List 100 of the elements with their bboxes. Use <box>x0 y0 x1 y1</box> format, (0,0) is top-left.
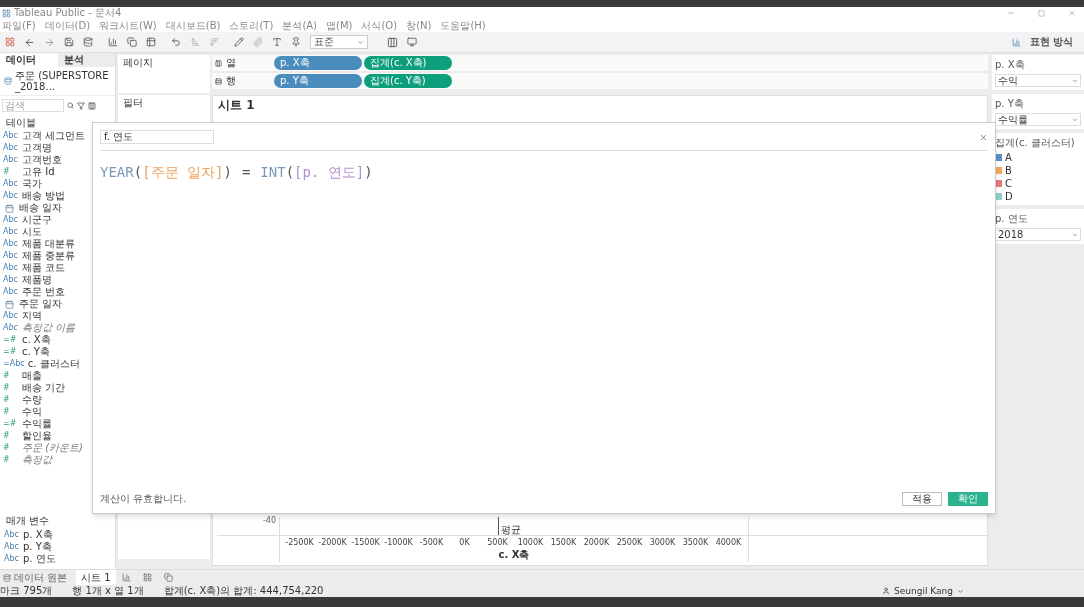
caret-icon <box>1072 77 1078 84</box>
field-type-icon: Abc <box>3 144 19 152</box>
field-type-icon: Abc <box>3 156 19 164</box>
shelf-label: 열 <box>226 58 236 68</box>
field-type-icon: # <box>3 384 19 392</box>
database-icon <box>3 573 11 582</box>
field-type-icon: Abc <box>3 264 19 272</box>
mark-type-dropdown[interactable]: 표준 <box>310 35 368 49</box>
menu-item[interactable]: 데이터(D) <box>44 20 91 31</box>
filter-icon[interactable] <box>77 101 85 110</box>
axis-tick: 500K <box>486 539 509 547</box>
field-type-icon: Abc <box>3 240 19 248</box>
label-icon[interactable] <box>272 37 282 47</box>
menu-item[interactable]: 스토리(T) <box>229 20 274 31</box>
search-field[interactable]: 검색 <box>2 99 64 112</box>
axis-tick: 1500K <box>549 539 578 547</box>
axis-tick: 1000K <box>516 539 545 547</box>
axis-tick: 3000K <box>648 539 677 547</box>
presentation-icon[interactable] <box>407 37 417 47</box>
chart-icon <box>1011 37 1021 47</box>
field-type-icon: =# <box>3 336 19 344</box>
menu-item[interactable]: 도움말(H) <box>440 20 486 31</box>
axis-tick: -1500K <box>350 539 381 547</box>
card-title: p. X축 <box>995 60 1026 70</box>
menu-item[interactable]: 파일(F) <box>2 20 36 31</box>
parameter-dropdown[interactable]: 수익률 <box>995 113 1081 126</box>
data-source-icon <box>4 77 12 85</box>
close-icon[interactable] <box>979 132 988 142</box>
data-source-tab[interactable]: 데이터 원본 <box>14 572 76 583</box>
shelf-label: 행 <box>226 76 236 86</box>
section-heading: 테이블 <box>5 118 37 128</box>
pane-tab[interactable]: 분석 <box>57 53 115 67</box>
field-item[interactable]: 주문 일자 <box>0 298 115 310</box>
axis-title: c. X축 <box>498 550 530 560</box>
caret-icon <box>357 38 364 46</box>
axis-tick: -1000K <box>383 539 414 547</box>
forward-icon[interactable] <box>44 36 55 48</box>
axis-tick: -40 <box>262 517 276 525</box>
parameter-dropdown[interactable]: 2018 <box>995 228 1081 241</box>
legend-label: B <box>1005 165 1012 176</box>
sheet-title: 시트 1 <box>217 97 256 111</box>
parameter-dropdown[interactable]: 수익 <box>995 74 1081 87</box>
menu-item[interactable]: 맵(M) <box>326 20 353 31</box>
field-type-icon: Abc <box>3 228 19 236</box>
calendar-icon <box>5 203 14 213</box>
menu-item[interactable]: 분석(A) <box>282 20 318 31</box>
section-heading: 매개 변수 <box>5 516 51 526</box>
menu-item[interactable]: 서식(O) <box>361 20 398 31</box>
parameter-item[interactable]: Abc p. Y축 <box>0 541 115 553</box>
data-source-name[interactable]: 주문 (SUPERSTORE_2018... <box>15 70 111 92</box>
new-data-source-icon[interactable] <box>83 37 93 47</box>
maximize-icon[interactable] <box>1038 9 1045 17</box>
field-type-icon: Abc <box>3 132 19 140</box>
apply-button[interactable]: 적용 <box>902 492 942 506</box>
search-icon[interactable] <box>67 102 74 109</box>
field-type-icon: =Abc <box>3 360 25 368</box>
field-type-icon: # <box>3 444 19 452</box>
columns-icon <box>215 59 222 67</box>
menu-item[interactable]: 창(N) <box>406 20 432 31</box>
user-menu[interactable]: Seungil Kang <box>894 586 953 596</box>
parameter-item[interactable]: Abc p. X축 <box>0 529 115 541</box>
field-type-icon: # <box>3 372 19 380</box>
shelf-pill[interactable]: p. Y축 <box>274 74 362 88</box>
shelf-pill[interactable]: p. X축 <box>274 56 362 70</box>
legend-label: A <box>1005 152 1012 163</box>
axis-tick: -2000K <box>317 539 348 547</box>
field-type-icon: Abc <box>3 276 19 284</box>
axis-tick: 3500K <box>681 539 710 547</box>
field-type-icon: # <box>3 432 19 440</box>
menu-item[interactable]: 워크시트(W) <box>99 20 157 31</box>
field-type-icon: # <box>3 408 19 416</box>
field-type-icon: Abc <box>3 252 19 260</box>
field-type-icon: # <box>3 396 19 404</box>
field-type-icon: Abc <box>3 288 19 296</box>
axis-tick: 4000K <box>714 539 743 547</box>
sheet-tab[interactable]: 시트 1 <box>76 570 116 585</box>
duplicate-icon[interactable] <box>127 37 137 47</box>
axis-tick: -500K <box>418 539 445 547</box>
app-logo-icon <box>2 8 11 18</box>
parameter-item[interactable]: Abc p. 연도 <box>0 553 115 565</box>
axis-tick: 2500K <box>615 539 644 547</box>
caret-icon <box>1072 231 1078 238</box>
field-item[interactable]: 배송 일자 <box>0 202 115 214</box>
legend-label: D <box>1005 191 1013 202</box>
field-type-icon: Abc <box>3 216 19 224</box>
status-text: 행 1개 x 열 1개 <box>72 586 144 596</box>
field-type-icon: Abc <box>3 192 19 200</box>
window-title: Tableau Public - 문서4 <box>14 8 122 18</box>
show-me-button[interactable]: 표현 방식 <box>1029 37 1073 47</box>
pin-icon[interactable] <box>291 37 301 47</box>
menu-item[interactable]: 대시보드(B) <box>165 20 221 31</box>
back-icon[interactable] <box>24 36 35 48</box>
caret-icon <box>1072 116 1078 123</box>
field-type-icon: Abc <box>3 324 19 332</box>
calculation-name-field[interactable]: f. 연도 <box>100 130 214 144</box>
axis-tick: -2500K <box>284 539 315 547</box>
status-text: 마크 795개 <box>0 586 53 596</box>
close-icon[interactable] <box>1068 9 1076 17</box>
axis-tick: 2000K <box>582 539 611 547</box>
save-icon[interactable] <box>64 37 74 47</box>
